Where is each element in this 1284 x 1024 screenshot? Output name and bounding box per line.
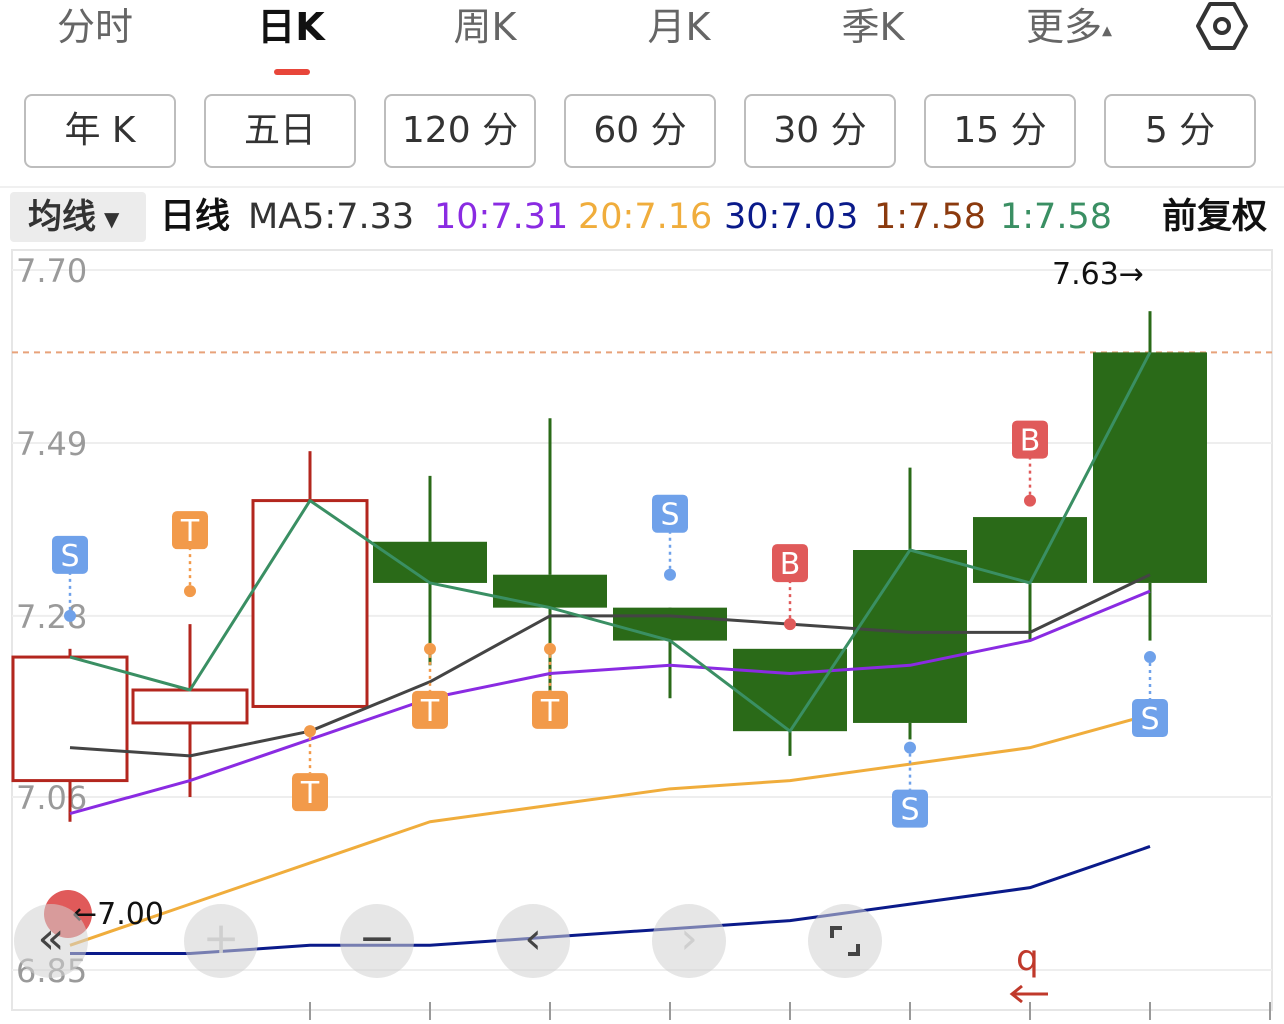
trade-marker-label: S bbox=[1140, 702, 1159, 737]
candle-body[interactable] bbox=[1093, 352, 1207, 583]
trade-marker-label: S bbox=[660, 498, 679, 533]
trade-marker-label: T bbox=[540, 694, 560, 729]
minus-icon: − bbox=[358, 913, 396, 964]
rewind-button[interactable]: « bbox=[14, 904, 88, 978]
trade-marker-label: T bbox=[300, 776, 320, 811]
trade-marker-label: T bbox=[180, 514, 200, 549]
marker-dot bbox=[304, 725, 316, 738]
trade-marker-label: B bbox=[780, 547, 801, 582]
candle-body[interactable] bbox=[373, 541, 487, 583]
adjustment-mode-button[interactable]: 前复权 bbox=[1162, 192, 1267, 242]
marker-dot bbox=[904, 741, 916, 754]
candle-body[interactable] bbox=[251, 499, 369, 708]
trade-marker-label: S bbox=[60, 539, 79, 574]
marker-dot bbox=[544, 642, 556, 655]
ma-legend-row: 均线 ▼ 日线 MA5:7.33 10:7.31 20:7.16 30:7.03 … bbox=[0, 192, 1284, 244]
period-5min-button[interactable]: 5 分 bbox=[1104, 94, 1256, 168]
moving-average-line bbox=[69, 573, 1151, 758]
divider bbox=[0, 186, 1284, 188]
ma20-value: 20:7.16 bbox=[578, 197, 713, 237]
ma-a-value: 1:7.58 bbox=[874, 197, 986, 237]
y-tick-label: 7.28 bbox=[16, 598, 87, 636]
candle-body[interactable] bbox=[131, 688, 249, 725]
marker-dot bbox=[664, 568, 676, 581]
marker-dot bbox=[64, 609, 76, 622]
candle-body[interactable] bbox=[493, 574, 607, 608]
chevron-left-icon: ‹ bbox=[524, 913, 542, 964]
period-60min-button[interactable]: 60 分 bbox=[564, 94, 716, 168]
fullscreen-button[interactable] bbox=[808, 904, 882, 978]
candle-body[interactable] bbox=[11, 655, 129, 783]
marker-dot bbox=[1024, 494, 1036, 507]
caret-up-icon: ▴ bbox=[1101, 17, 1113, 42]
candle-body[interactable] bbox=[613, 607, 727, 641]
corner-glyph: q bbox=[1016, 938, 1039, 979]
y-tick-label: 7.70 bbox=[16, 252, 87, 290]
period-button-row: 年 K 五日 120 分 60 分 30 分 15 分 5 分 bbox=[0, 94, 1284, 172]
zoom-out-button[interactable]: − bbox=[340, 904, 414, 978]
marker-dot bbox=[1144, 651, 1156, 664]
trade-marker-label: B bbox=[1020, 424, 1041, 459]
tab-intraday[interactable]: 分时 bbox=[40, 2, 150, 52]
marker-dot bbox=[784, 618, 796, 631]
max-price-label: 7.63→ bbox=[1052, 257, 1144, 292]
fullscreen-icon bbox=[830, 926, 860, 956]
tab-quarterly-k[interactable]: 季K bbox=[818, 2, 928, 52]
period-five-day-button[interactable]: 五日 bbox=[204, 94, 356, 168]
period-tabs: 分时 日K 周K 月K 季K 更多▴ bbox=[0, 0, 1284, 82]
ma-selector-dropdown[interactable]: 均线 ▼ bbox=[10, 192, 146, 242]
chevron-right-icon: › bbox=[680, 913, 698, 964]
double-chevron-left-icon: « bbox=[37, 913, 65, 964]
y-tick-label: 7.49 bbox=[16, 425, 87, 463]
ma-b-value: 1:7.58 bbox=[1000, 197, 1112, 237]
triangle-down-icon: ▼ bbox=[104, 206, 120, 231]
active-tab-indicator bbox=[274, 69, 310, 75]
previous-button[interactable]: ‹ bbox=[496, 904, 570, 978]
ma-selector-label: 均线 bbox=[28, 197, 96, 237]
candle-body[interactable] bbox=[853, 550, 967, 723]
trade-marker-label: S bbox=[900, 793, 919, 828]
ma10-value: 10:7.31 bbox=[434, 197, 569, 237]
period-30min-button[interactable]: 30 分 bbox=[744, 94, 896, 168]
plus-icon: + bbox=[202, 913, 240, 964]
tab-more[interactable]: 更多▴ bbox=[1004, 2, 1134, 52]
tab-monthly-k[interactable]: 月K bbox=[624, 2, 734, 52]
next-button[interactable]: › bbox=[652, 904, 726, 978]
ma-period-label: 日线 bbox=[160, 197, 231, 237]
marker-dot bbox=[184, 585, 196, 598]
tab-more-label: 更多 bbox=[1025, 5, 1102, 49]
ma5-value: MA5:7.33 bbox=[248, 197, 415, 237]
period-year-k-button[interactable]: 年 K bbox=[24, 94, 176, 168]
tab-weekly-k[interactable]: 周K bbox=[430, 2, 540, 52]
trade-marker-label: T bbox=[420, 694, 440, 729]
ma30-value: 30:7.03 bbox=[724, 197, 859, 237]
period-15min-button[interactable]: 15 分 bbox=[924, 94, 1076, 168]
candle-body[interactable] bbox=[733, 648, 847, 732]
zoom-in-button[interactable]: + bbox=[184, 904, 258, 978]
settings-gear-icon[interactable] bbox=[1194, 0, 1250, 52]
marker-dot bbox=[424, 642, 436, 655]
tab-daily-k[interactable]: 日K bbox=[236, 2, 346, 52]
period-120min-button[interactable]: 120 分 bbox=[384, 94, 536, 168]
